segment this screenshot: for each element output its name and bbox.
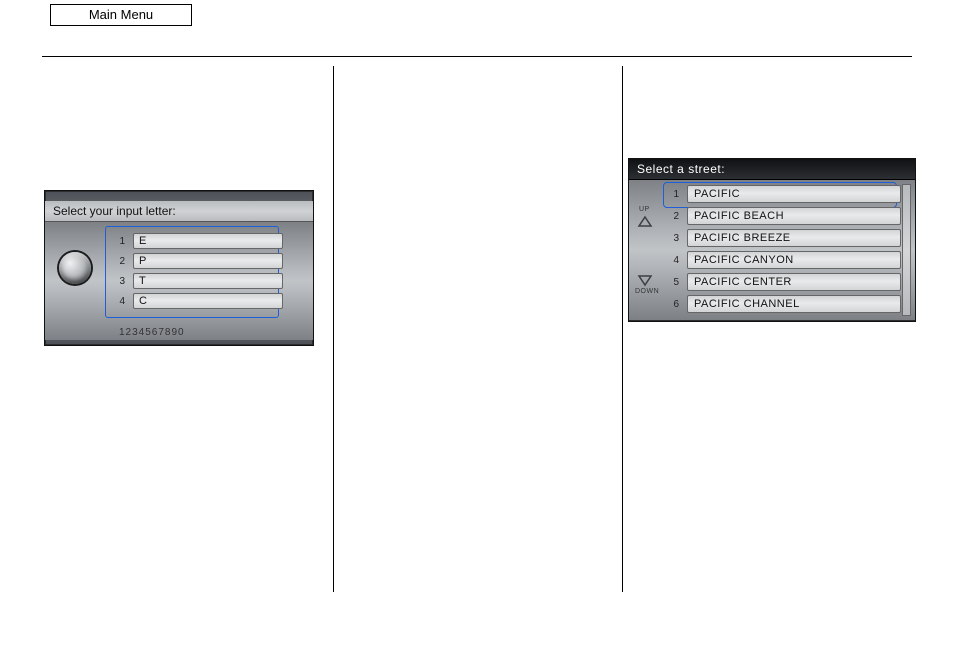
column-divider-1 [333, 66, 334, 592]
header-divider [42, 56, 912, 57]
row-index: 5 [663, 277, 683, 288]
row-index: 1 [107, 236, 129, 247]
row-index: 3 [107, 276, 129, 287]
list-item[interactable]: 1 PACIFIC [663, 184, 901, 204]
row-value: T [139, 275, 146, 287]
row-value: P [139, 255, 147, 267]
number-row: 1234567890 [119, 327, 185, 338]
column-divider-2 [622, 66, 623, 592]
street-list[interactable]: 1PACIFIC 2PACIFIC BEACH 3PACIFIC BREEZE … [663, 182, 901, 316]
list-item[interactable]: 3 PACIFIC BREEZE [663, 228, 901, 248]
arrow-down-icon[interactable] [637, 272, 653, 288]
main-menu-label: Main Menu [50, 4, 192, 26]
letter-device: Select your input letter: 1E 2P 3T 4C 12… [44, 190, 314, 346]
row-index: 6 [663, 299, 683, 310]
dial-knob[interactable] [59, 252, 91, 284]
row-value: PACIFIC CENTER [694, 276, 792, 288]
row-index: 1 [663, 189, 683, 200]
list-item[interactable]: 4C [107, 292, 283, 310]
street-panel-title: Select a street: [629, 159, 915, 180]
arrow-up-label: UP [639, 206, 650, 213]
row-index: 2 [663, 211, 683, 222]
letter-panel-title: Select your input letter: [45, 201, 313, 222]
list-item[interactable]: 5 PACIFIC CENTER [663, 272, 901, 292]
row-value: E [139, 235, 147, 247]
list-item[interactable]: 1E [107, 232, 283, 250]
row-value: PACIFIC CHANNEL [694, 298, 800, 310]
row-value: PACIFIC BEACH [694, 210, 784, 222]
list-item[interactable]: 4 PACIFIC CANYON [663, 250, 901, 270]
row-index: 2 [107, 256, 129, 267]
row-index: 3 [663, 233, 683, 244]
arrow-up-icon[interactable] [637, 214, 653, 230]
letter-list[interactable]: 1E 2P 3T 4C [107, 230, 283, 312]
row-value: PACIFIC BREEZE [694, 232, 791, 244]
list-item[interactable]: 6 PACIFIC CHANNEL [663, 294, 901, 314]
row-value: PACIFIC CANYON [694, 254, 794, 266]
row-index: 4 [107, 296, 129, 307]
list-item[interactable]: 2P [107, 252, 283, 270]
list-item[interactable]: 2 PACIFIC BEACH [663, 206, 901, 226]
list-item[interactable]: 3T [107, 272, 283, 290]
street-device: Select a street: UP DOWN 1 PACIFIC 2 PACIF… [628, 158, 916, 322]
arrow-down-label: DOWN [635, 288, 659, 295]
row-value: PACIFIC [694, 188, 740, 200]
row-index: 4 [663, 255, 683, 266]
scrollbar[interactable] [902, 184, 911, 316]
row-value: C [139, 295, 147, 307]
